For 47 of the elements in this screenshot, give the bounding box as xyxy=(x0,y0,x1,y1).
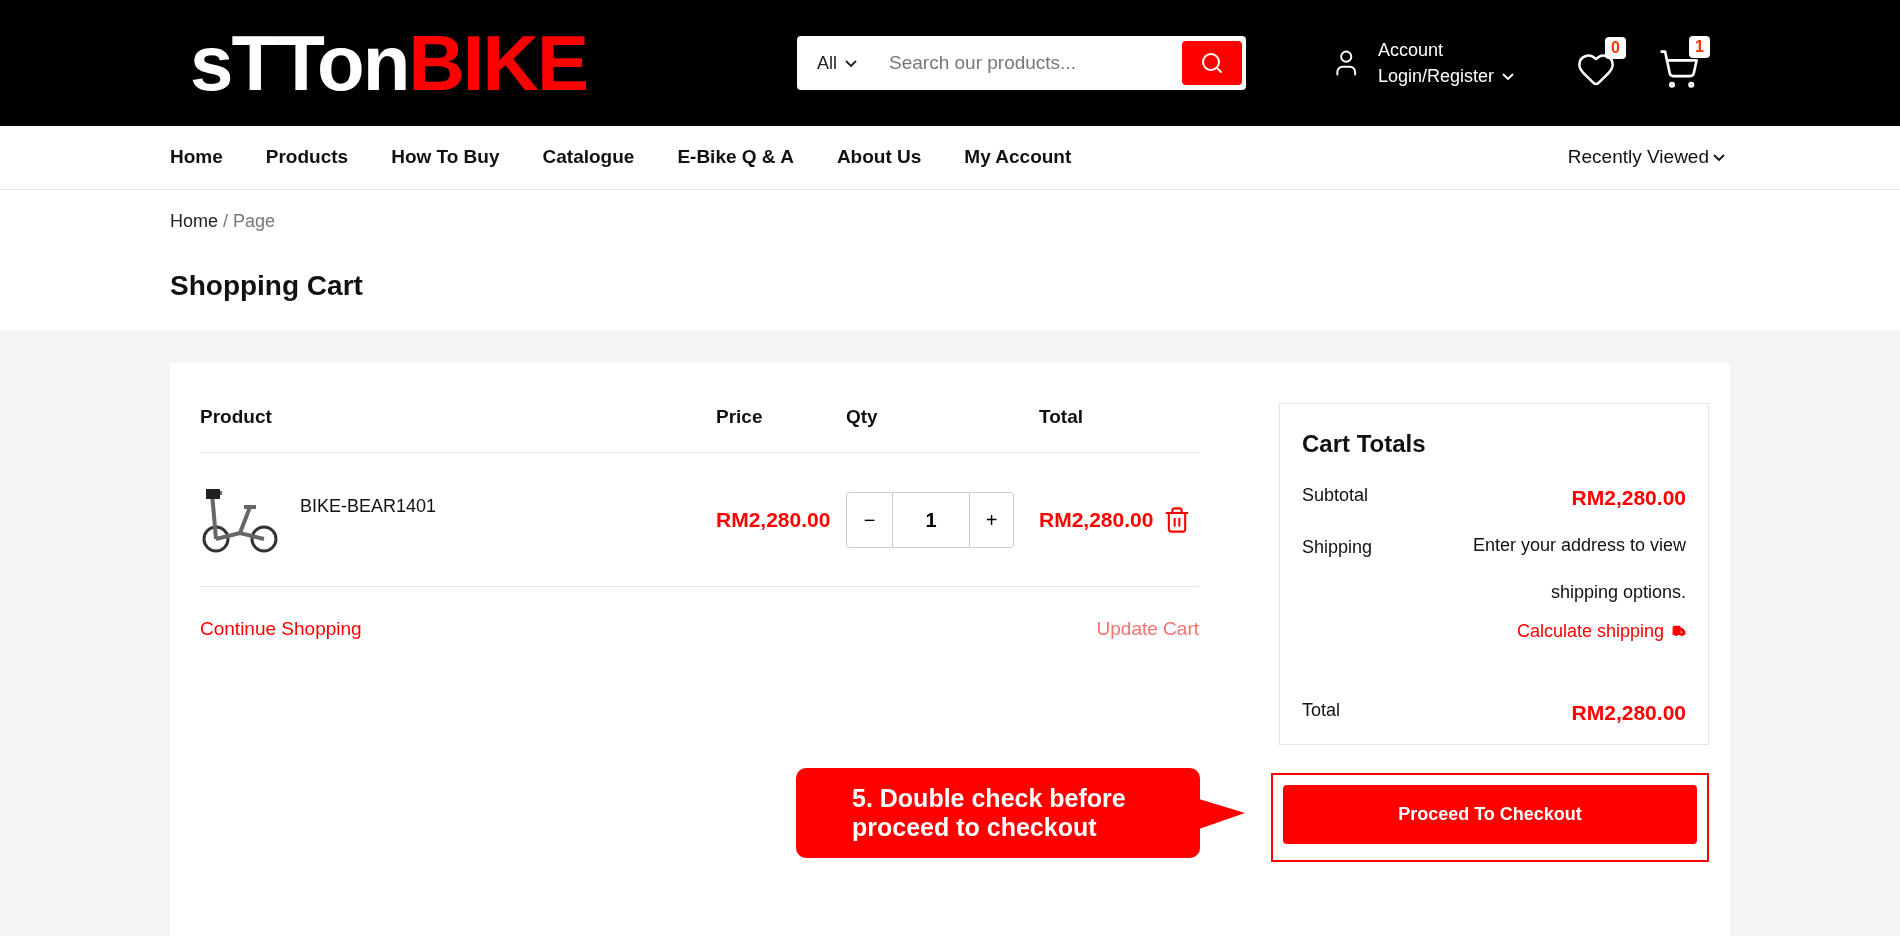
chevron-icon xyxy=(845,59,857,67)
nav-link[interactable]: Catalogue xyxy=(542,143,635,172)
column-header: Qty xyxy=(846,405,879,429)
cart-button[interactable]: 1 xyxy=(1658,36,1710,90)
nav-link[interactable]: Products xyxy=(265,143,349,172)
column-header: Product xyxy=(200,405,273,429)
increase-button[interactable]: + xyxy=(969,491,1014,548)
total-value: RM2,280.00 xyxy=(1571,699,1686,726)
login-register-link[interactable]: Login/Register xyxy=(1377,63,1514,90)
calculate-shipping-link[interactable]: Calculate shipping xyxy=(1516,617,1686,645)
wishlist-count: 0 xyxy=(1605,37,1626,59)
column-header: Price xyxy=(716,405,764,429)
callout-bubble: 5. Double check before proceed to checkout xyxy=(796,767,1200,858)
wishlist-button[interactable]: 0 xyxy=(1576,37,1626,89)
cart-count: 1 xyxy=(1689,36,1710,58)
cart-totals-title: Cart Totals xyxy=(1302,429,1427,459)
nav-link[interactable]: About Us xyxy=(836,143,922,172)
account-label: Account xyxy=(1377,38,1444,62)
search-icon xyxy=(1200,51,1225,75)
decrease-button[interactable]: − xyxy=(846,491,893,548)
recently-viewed-menu[interactable]: Recently Viewed xyxy=(1567,143,1725,172)
continue-shopping-link[interactable]: Continue Shopping xyxy=(200,615,362,644)
column-header: Total xyxy=(1039,405,1084,429)
chevron-icon xyxy=(1713,154,1725,161)
shipping-note: Enter your address to view shipping options. xyxy=(1471,533,1686,604)
product-name[interactable]: BIKE-BEAR1401 xyxy=(300,492,437,520)
price-cell-text: RM2,280.00 xyxy=(716,506,832,533)
truck-icon xyxy=(1672,624,1686,638)
checkout-button[interactable]: Proceed To Checkout xyxy=(1283,785,1697,844)
total-label: Total xyxy=(1302,698,1341,722)
nav-link[interactable]: My Account xyxy=(964,143,1072,172)
quantity-field[interactable]: 1 xyxy=(893,491,969,548)
subtotal-label: Subtotal xyxy=(1302,484,1369,507)
total-cell-text: RM2,280.00 xyxy=(1039,506,1154,533)
breadcrumb-current: / Page xyxy=(223,211,276,231)
page-title: Shopping Cart xyxy=(170,269,364,303)
breadcrumb-home[interactable]: Home xyxy=(170,211,218,231)
nav-link[interactable]: How To Buy xyxy=(391,143,500,172)
nav-link[interactable]: Home xyxy=(170,143,223,172)
search-field[interactable]: All Search our products... xyxy=(797,36,1247,90)
nav-link[interactable]: E-Bike Q & A xyxy=(677,143,794,172)
site-logo[interactable]: sTTonBIKE xyxy=(190,24,587,102)
chevron-icon xyxy=(1502,72,1514,80)
search-button[interactable] xyxy=(1182,41,1243,85)
category-select[interactable]: All xyxy=(797,49,877,77)
subtotal-value: RM2,280.00 xyxy=(1571,485,1686,511)
shipping-label: Shipping xyxy=(1302,535,1373,559)
